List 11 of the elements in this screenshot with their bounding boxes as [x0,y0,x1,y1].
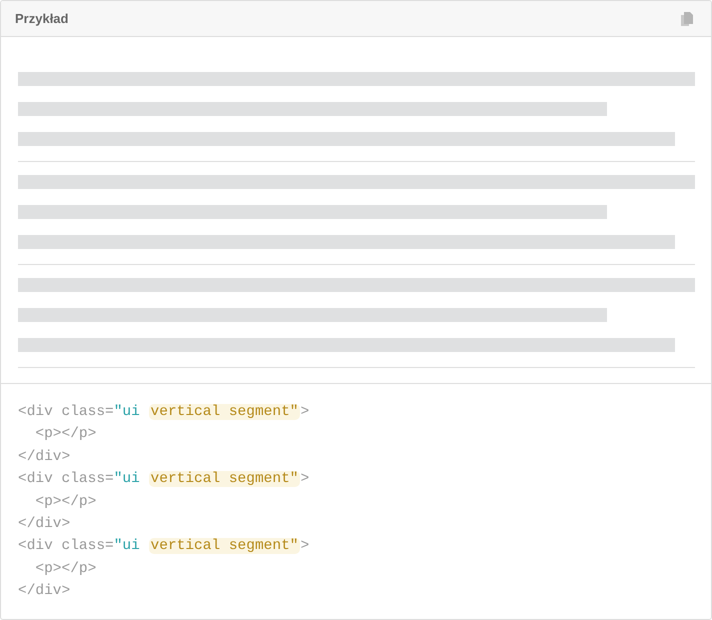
code-line: </div> [18,448,70,467]
code-line: <div class="ui vertical segment"> [18,403,310,422]
code-line: <p></p> [34,560,96,579]
code-line: </div> [18,582,70,602]
code-line: <p></p> [34,425,96,444]
code-line: <div class="ui vertical segment"> [18,537,310,556]
code-line: </div> [18,515,70,534]
card-title: Przykład [15,11,68,26]
code-line: <div class="ui vertical segment"> [18,470,310,490]
code-line: <p></p> [34,492,96,512]
copy-icon[interactable] [681,12,693,26]
